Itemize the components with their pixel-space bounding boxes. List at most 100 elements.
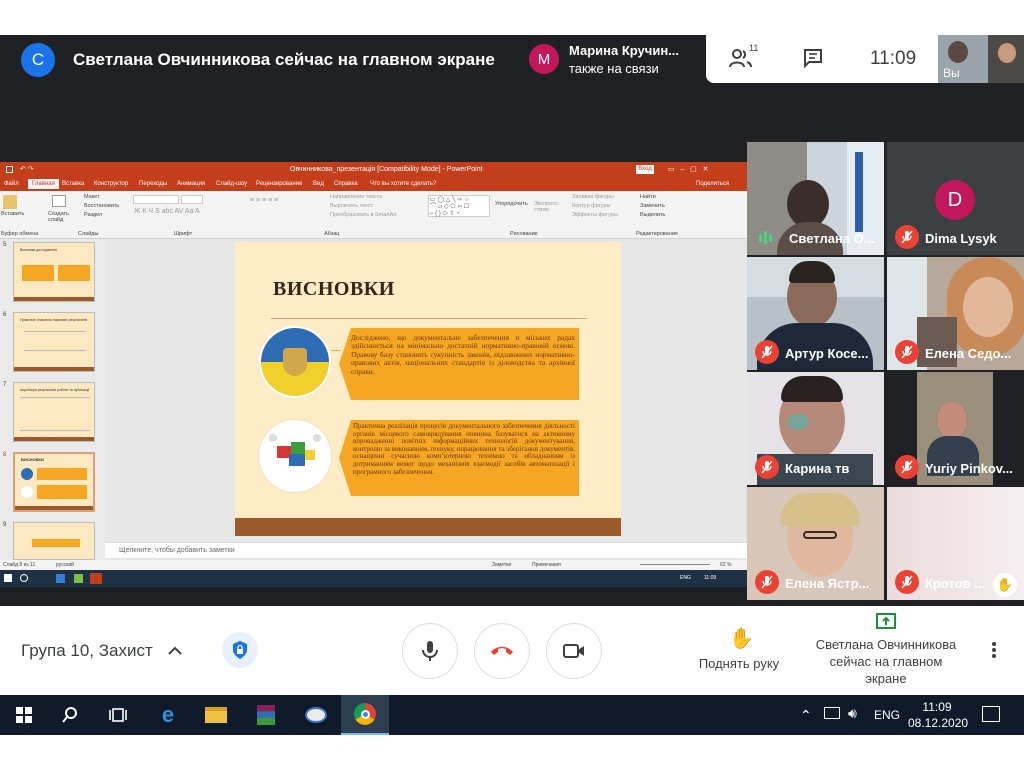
participant-tile[interactable]: Светлана О... bbox=[747, 142, 884, 255]
winrar-button[interactable] bbox=[242, 695, 290, 735]
windows-start-button[interactable] bbox=[0, 695, 48, 735]
joined-name: Марина Кручин... bbox=[569, 43, 680, 58]
input-language[interactable]: ENG bbox=[874, 708, 900, 722]
slide-thumbnail[interactable]: Висновки дослідження bbox=[13, 242, 95, 302]
slide-thumbnail[interactable]: Апробація результатів роботи та публікац… bbox=[13, 382, 95, 442]
status-notes-button[interactable]: Заметки bbox=[492, 562, 511, 568]
font-format-buttons[interactable]: Ж К Ч S abc AV Aa A bbox=[134, 208, 200, 215]
chevron-up-icon[interactable] bbox=[166, 642, 184, 660]
chrome-icon bbox=[354, 703, 376, 725]
tab-slideshow[interactable]: Слайд-шоу bbox=[216, 181, 247, 187]
chrome-button[interactable] bbox=[341, 695, 389, 735]
pp-window-controls[interactable]: ▭ – ▢ ✕ bbox=[668, 165, 709, 173]
network-icon[interactable] bbox=[824, 707, 840, 719]
leave-call-button[interactable] bbox=[474, 623, 530, 679]
thumbs-scrollbar[interactable] bbox=[105, 240, 114, 540]
speaking-indicator-icon bbox=[757, 230, 773, 244]
tab-review[interactable]: Рецензирование bbox=[256, 181, 302, 187]
font-name-box[interactable] bbox=[133, 195, 179, 204]
section-button[interactable]: Раздел bbox=[84, 212, 102, 218]
smartart-button[interactable]: Преобразовать в SmartArt bbox=[330, 212, 397, 218]
participant-tile[interactable]: Елена Седо... bbox=[887, 257, 1024, 370]
save-icon[interactable] bbox=[6, 166, 13, 173]
notifications-icon[interactable] bbox=[982, 706, 1000, 722]
signin-button[interactable]: Вход bbox=[636, 165, 654, 174]
meet-bottom-bar: Група 10, Захист ✋ Поднять руку Светлана… bbox=[0, 606, 1024, 695]
paint-button[interactable] bbox=[292, 695, 340, 735]
thumb-num: 9 bbox=[3, 522, 7, 528]
self-view[interactable]: Вы bbox=[938, 35, 1024, 83]
chat-button[interactable] bbox=[802, 47, 826, 71]
reset-button[interactable]: Восстановить bbox=[84, 203, 119, 209]
paragraph-buttons[interactable]: ≡ ≡ ≡ ≡ ≡ bbox=[250, 197, 278, 204]
presenting-button[interactable]: Светлана Овчинникова сейчас на главном э… bbox=[808, 612, 964, 688]
quick-styles-button[interactable]: Экспресс-стили bbox=[534, 201, 564, 213]
tab-transitions[interactable]: Переходы bbox=[139, 181, 167, 187]
security-button[interactable] bbox=[222, 632, 258, 668]
meeting-name[interactable]: Група 10, Захист bbox=[21, 641, 153, 661]
trident-emblem bbox=[283, 348, 307, 376]
shape-effects-button[interactable]: Эффекты фигуры bbox=[572, 212, 618, 218]
participant-tile[interactable]: D Dima Lysyk bbox=[887, 142, 1024, 255]
windows-logo-icon bbox=[16, 707, 32, 723]
tab-insert[interactable]: Вставка bbox=[62, 181, 84, 187]
participant-tile[interactable]: Кротов ... ✋ bbox=[887, 487, 1024, 600]
taskbar-clock[interactable]: 11:09 08.12.2020 bbox=[908, 699, 968, 731]
undo-icon[interactable]: ↶ ↷ bbox=[20, 165, 34, 173]
tab-help[interactable]: Справка bbox=[334, 181, 358, 187]
shape-outline-button[interactable]: Контур фигуры bbox=[572, 203, 610, 209]
shapes-gallery[interactable]: ▭ ◯ △ ╲ ⇨ ☆ ⌒ ▱ ◇ ⬠ ⇦ ☐ ⌐ { } ⬭ ⇧ ◔ bbox=[428, 195, 490, 217]
font-size-box[interactable] bbox=[181, 195, 203, 204]
camera-button[interactable] bbox=[546, 623, 602, 679]
participants-button[interactable]: 11 bbox=[728, 43, 758, 73]
tab-file[interactable]: Файл bbox=[4, 181, 19, 187]
file-explorer-button[interactable] bbox=[192, 695, 240, 735]
participant-tile[interactable]: Карина тв bbox=[747, 372, 884, 485]
more-options-button[interactable] bbox=[986, 640, 1002, 660]
new-slide-button[interactable]: Создать слайд bbox=[48, 211, 76, 223]
find-button[interactable]: Найти bbox=[640, 194, 656, 200]
tab-animations[interactable]: Анимация bbox=[177, 181, 205, 187]
search-button[interactable] bbox=[46, 695, 94, 735]
paste-icon[interactable] bbox=[3, 195, 17, 209]
layout-button[interactable]: Макет bbox=[84, 194, 100, 200]
select-button[interactable]: Выделить bbox=[640, 212, 665, 218]
slide-scrollbar[interactable] bbox=[740, 240, 747, 540]
slide-thumbnail[interactable] bbox=[13, 522, 95, 560]
slide-thumbnail-active[interactable]: ВИСНОВКИ bbox=[13, 452, 95, 512]
show-hidden-icons-chevron-icon[interactable]: ⌃ bbox=[800, 707, 812, 724]
participant-photo bbox=[937, 402, 967, 438]
new-slide-icon[interactable] bbox=[52, 195, 66, 207]
edge-button[interactable]: e bbox=[144, 695, 192, 735]
replace-button[interactable]: Заменить bbox=[640, 203, 665, 209]
inner-taskbar: ENG 11:09 bbox=[0, 570, 747, 587]
puzzle-green bbox=[291, 442, 305, 454]
slide-thumbnail[interactable]: Практичні значення наукових результатів bbox=[13, 312, 95, 372]
paste-button[interactable]: Вставить bbox=[1, 211, 24, 217]
thumb-block bbox=[37, 485, 87, 499]
text-direction-button[interactable]: Направление текста bbox=[330, 194, 382, 200]
participant-tile[interactable]: Артур Косе... bbox=[747, 257, 884, 370]
volume-icon[interactable]: 🔊︎ bbox=[848, 705, 857, 722]
tab-view[interactable]: Вид bbox=[313, 181, 324, 187]
align-text-button[interactable]: Выровнять текст bbox=[330, 203, 373, 209]
tell-me-box[interactable]: Что вы хотите сделать? bbox=[370, 181, 436, 187]
arrange-button[interactable]: Упорядочить bbox=[495, 201, 528, 207]
notes-placeholder: Щелкните, чтобы добавить заметки bbox=[119, 547, 235, 554]
zoom-slider[interactable] bbox=[640, 564, 710, 565]
inner-clock: 11:09 bbox=[704, 575, 717, 581]
status-comments-button[interactable]: Примечания bbox=[532, 562, 561, 568]
task-view-button[interactable] bbox=[94, 695, 142, 735]
zoom-level[interactable]: 62 % bbox=[720, 562, 731, 568]
participant-tile[interactable]: Yuriy Pinkov... bbox=[887, 372, 1024, 485]
present-screen-icon bbox=[876, 613, 896, 629]
participant-tile[interactable]: Елена Ястр... bbox=[747, 487, 884, 600]
raise-hand-button[interactable]: ✋ Поднять руку bbox=[693, 620, 785, 680]
shape-fill-button[interactable]: Заливка фигуры bbox=[572, 194, 614, 200]
mic-button[interactable] bbox=[402, 623, 458, 679]
share-button[interactable]: Поделиться bbox=[696, 181, 729, 187]
thumb-num: 5 bbox=[3, 242, 7, 248]
notes-pane[interactable]: Щелкните, чтобы добавить заметки bbox=[105, 542, 747, 558]
tab-home[interactable]: Главная bbox=[28, 179, 59, 189]
tab-design[interactable]: Конструктор bbox=[94, 181, 128, 187]
